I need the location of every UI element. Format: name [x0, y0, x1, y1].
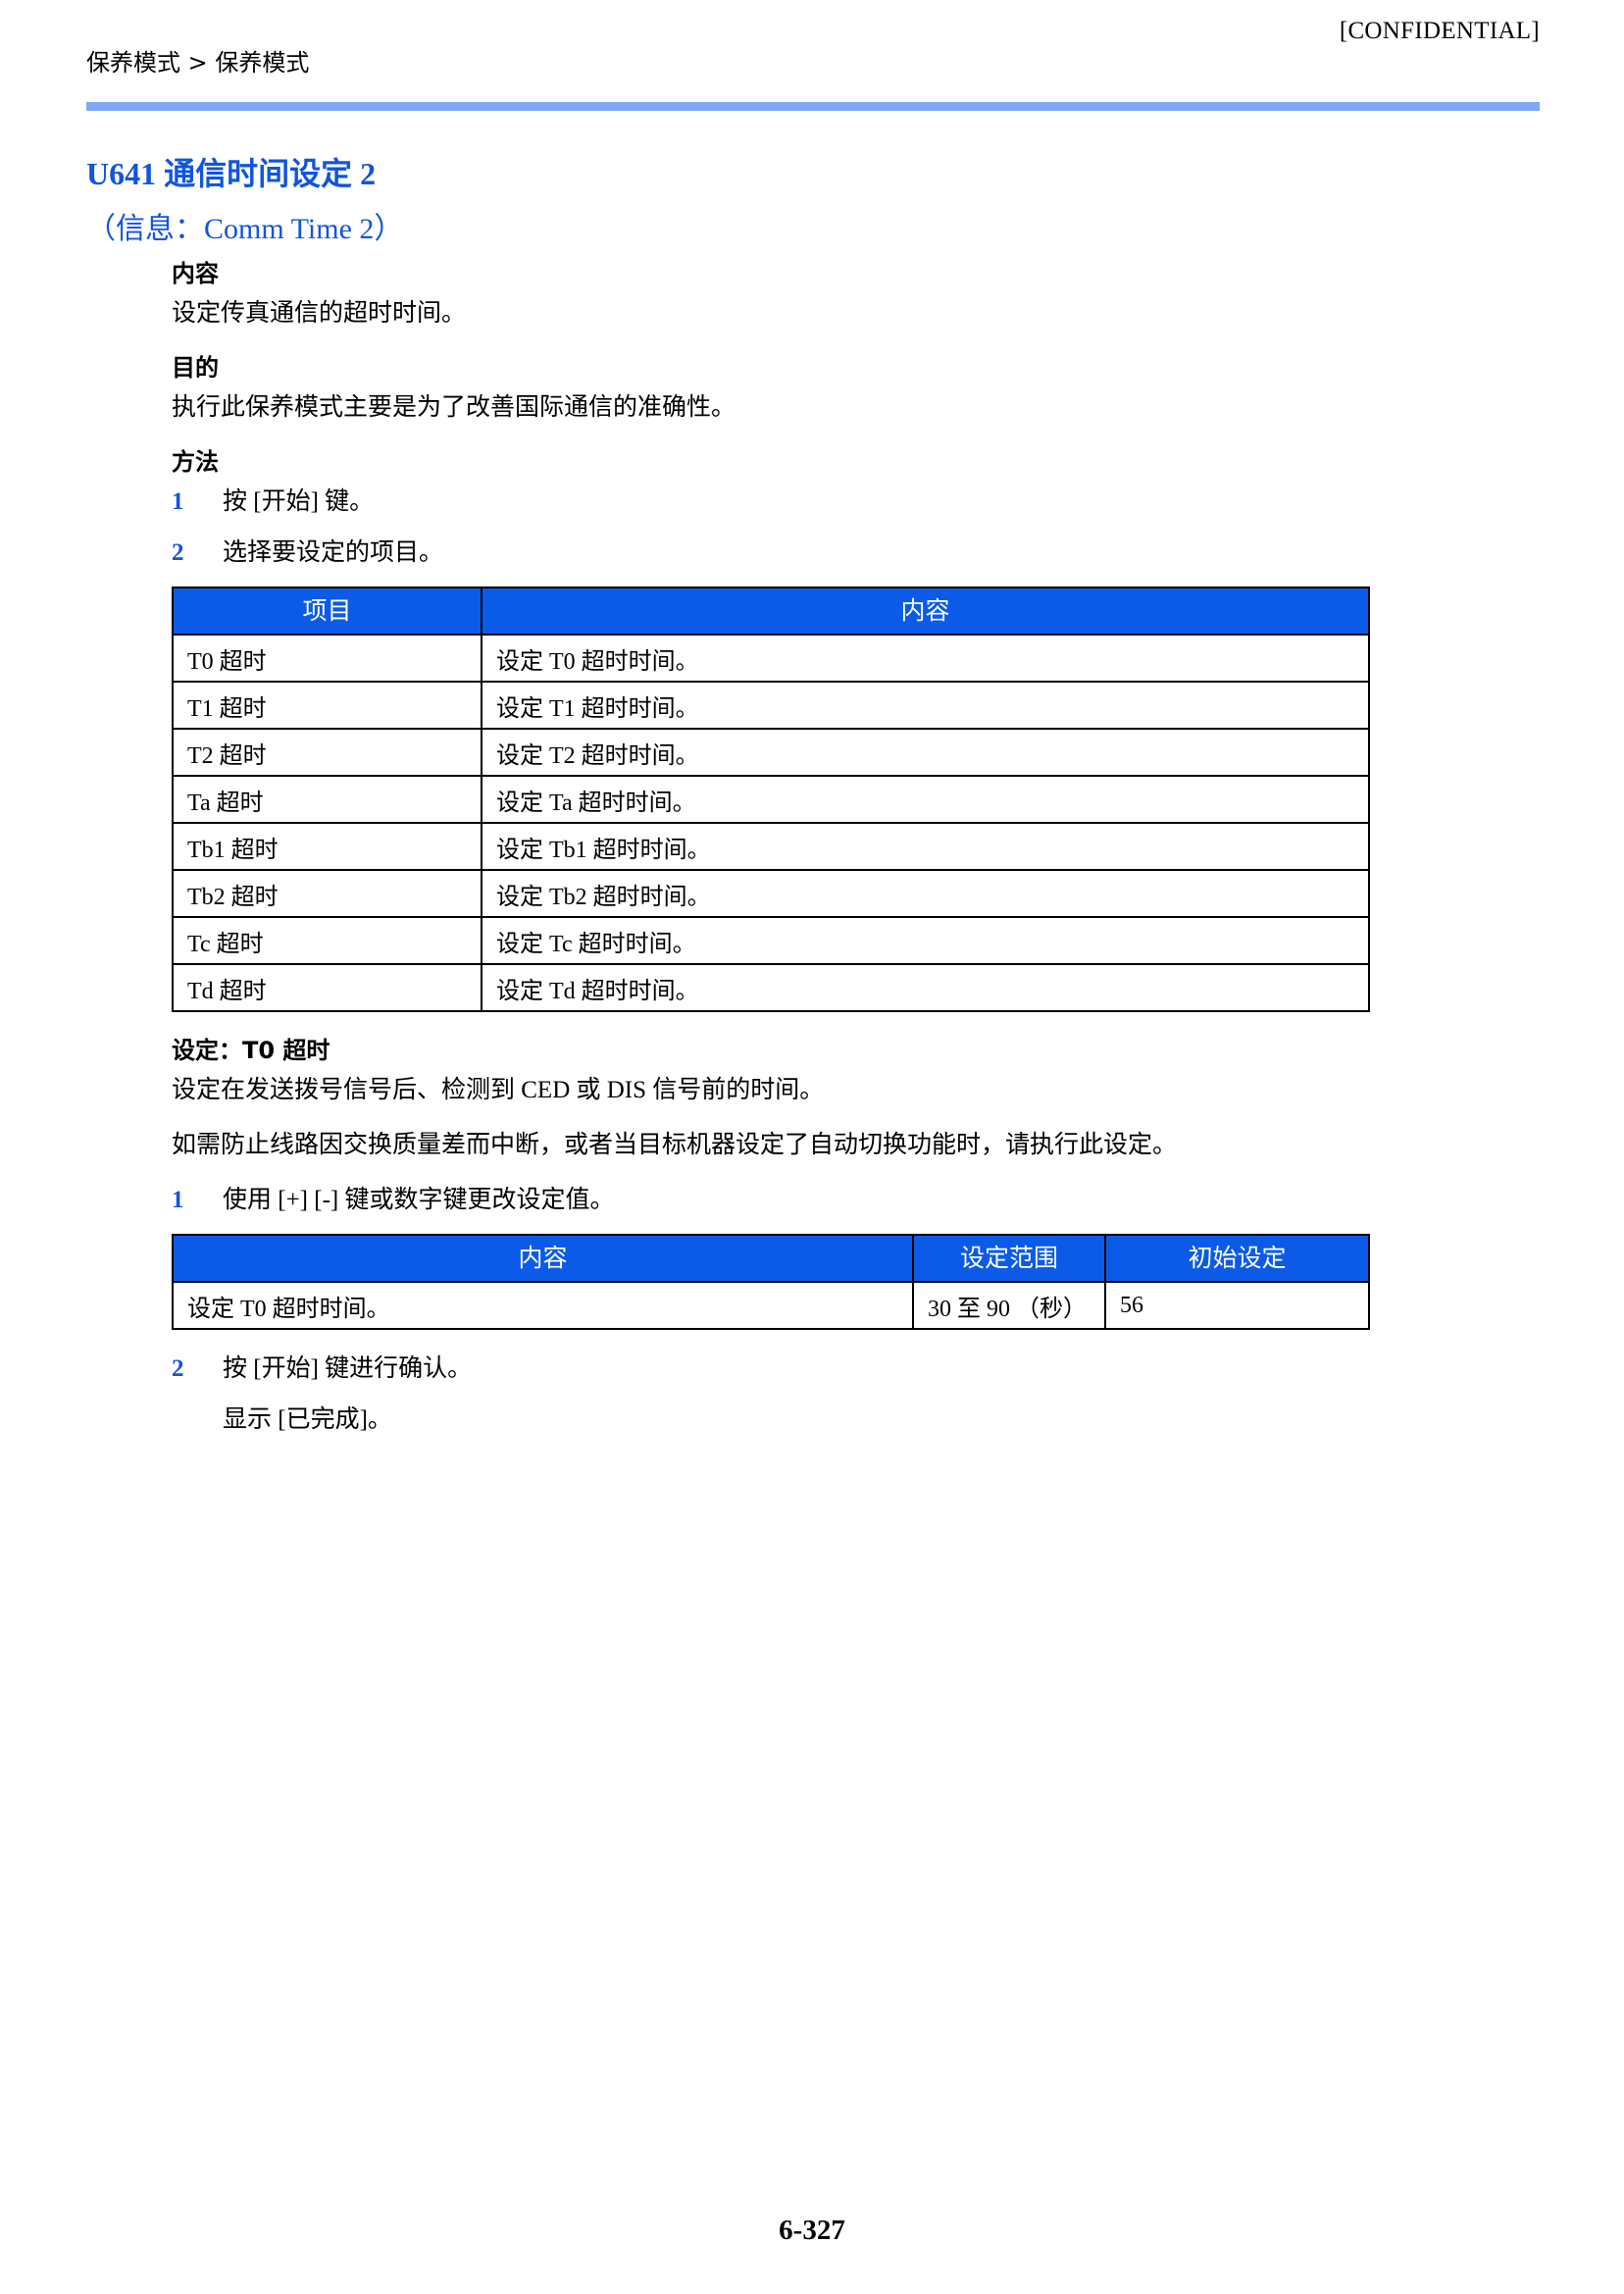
cell-content: 设定 Tb2 超时时间。 — [481, 869, 1370, 918]
step-3: 1 使用 [+] [-] 键或数字键更改设定值。 — [172, 1183, 1378, 1218]
section-text-purpose: 执行此保养模式主要是为了改善国际通信的准确性。 — [172, 394, 736, 421]
cell-item: T0 超时 — [172, 634, 482, 683]
cell-item: T1 超时 — [172, 681, 482, 730]
step-text: 按 [开始] 键进行确认。 — [223, 1355, 473, 1382]
table-row: T1 超时 设定 T1 超时时间。 — [172, 681, 1370, 730]
cell-setting-range: 30 至 90 （秒） — [912, 1281, 1106, 1330]
step-text: 按 [开始] 键。 — [223, 488, 375, 515]
section-heading-purpose: 目的 — [172, 354, 219, 382]
step-number: 2 — [172, 1355, 184, 1382]
table-row: Tb1 超时 设定 Tb1 超时时间。 — [172, 822, 1370, 871]
step-text: 选择要设定的项目。 — [223, 539, 444, 566]
cell-item: Tb2 超时 — [172, 869, 482, 918]
cell-content: 设定 T1 超时时间。 — [481, 681, 1370, 730]
cell-content: 设定 T2 超时时间。 — [481, 728, 1370, 777]
table-row: 设定 T0 超时时间。 30 至 90 （秒） 56 — [172, 1281, 1370, 1330]
setting-paragraph-2: 如需防止线路因交换质量差而中断，或者当目标机器设定了自动切换功能时，请执行此设定… — [172, 1132, 1178, 1158]
table-row: T0 超时 设定 T0 超时时间。 — [172, 634, 1370, 683]
breadcrumb: 保养模式 > 保养模式 — [86, 49, 310, 76]
step-4: 2 按 [开始] 键进行确认。 — [172, 1351, 1378, 1387]
setting-paragraph-1: 设定在发送拨号信号后、检测到 CED 或 DIS 信号前的时间。 — [172, 1077, 825, 1103]
cell-content: 设定 T0 超时时间。 — [172, 1281, 914, 1330]
column-header-content: 内容 — [172, 1234, 914, 1283]
table-row: Ta 超时 设定 Ta 超时时间。 — [172, 775, 1370, 824]
page-subtitle: （信息：Comm Time 2） — [86, 213, 404, 245]
confidential-marking: [CONFIDENTIAL] — [1339, 18, 1540, 44]
page-header: [CONFIDENTIAL] 保养模式 > 保养模式 — [86, 18, 1540, 108]
cell-content: 设定 Tb1 超时时间。 — [481, 822, 1370, 871]
step-number: 1 — [172, 488, 184, 515]
step-number: 1 — [172, 1187, 184, 1213]
cell-content: 设定 Td 超时时间。 — [481, 963, 1370, 1012]
step-text: 使用 [+] [-] 键或数字键更改设定值。 — [223, 1187, 615, 1213]
column-header-setting-range: 设定范围 — [912, 1234, 1106, 1283]
cell-item: Tc 超时 — [172, 916, 482, 965]
table-row: Tc 超时 设定 Tc 超时时间。 — [172, 916, 1370, 965]
cell-content: 设定 Ta 超时时间。 — [481, 775, 1370, 824]
cell-item: Tb1 超时 — [172, 822, 482, 871]
step-4-sub-text: 显示 [已完成]。 — [223, 1406, 392, 1433]
table-row: Td 超时 设定 Td 超时时间。 — [172, 963, 1370, 1012]
column-header-item: 项目 — [172, 586, 482, 636]
section-heading-setting: 设定：T0 超时 — [172, 1037, 330, 1064]
table-header-row: 内容 设定范围 初始设定 — [172, 1234, 1370, 1283]
table-row: T2 超时 设定 T2 超时时间。 — [172, 728, 1370, 777]
step-1: 1 按 [开始] 键。 — [172, 484, 1378, 520]
document-body: 内容 设定传真通信的超时时间。 目的 执行此保养模式主要是为了改善国际通信的准确… — [172, 257, 1378, 1438]
step-2: 2 选择要设定的项目。 — [172, 535, 1378, 571]
cell-item: Ta 超时 — [172, 775, 482, 824]
cell-initial-setting: 56 — [1104, 1281, 1370, 1330]
cell-content: 设定 Tc 超时时间。 — [481, 916, 1370, 965]
items-table: 项目 内容 T0 超时 设定 T0 超时时间。 T1 超时 设定 T1 超时时间… — [172, 586, 1370, 1012]
section-heading-content: 内容 — [172, 260, 219, 287]
table-header-row: 项目 内容 — [172, 586, 1370, 636]
cell-content: 设定 T0 超时时间。 — [481, 634, 1370, 683]
table-row: Tb2 超时 设定 Tb2 超时时间。 — [172, 869, 1370, 918]
step-number: 2 — [172, 539, 184, 566]
section-heading-method: 方法 — [172, 448, 219, 476]
section-text-content: 设定传真通信的超时时间。 — [172, 300, 467, 327]
page-title: U641 通信时间设定 2 — [86, 156, 377, 191]
header-divider-rule — [86, 102, 1540, 111]
cell-item: T2 超时 — [172, 728, 482, 777]
page-number: 6-327 — [779, 2215, 845, 2246]
range-table: 内容 设定范围 初始设定 设定 T0 超时时间。 30 至 90 （秒） 56 — [172, 1234, 1370, 1330]
column-header-initial-setting: 初始设定 — [1104, 1234, 1370, 1283]
cell-item: Td 超时 — [172, 963, 482, 1012]
column-header-content: 内容 — [481, 586, 1370, 636]
